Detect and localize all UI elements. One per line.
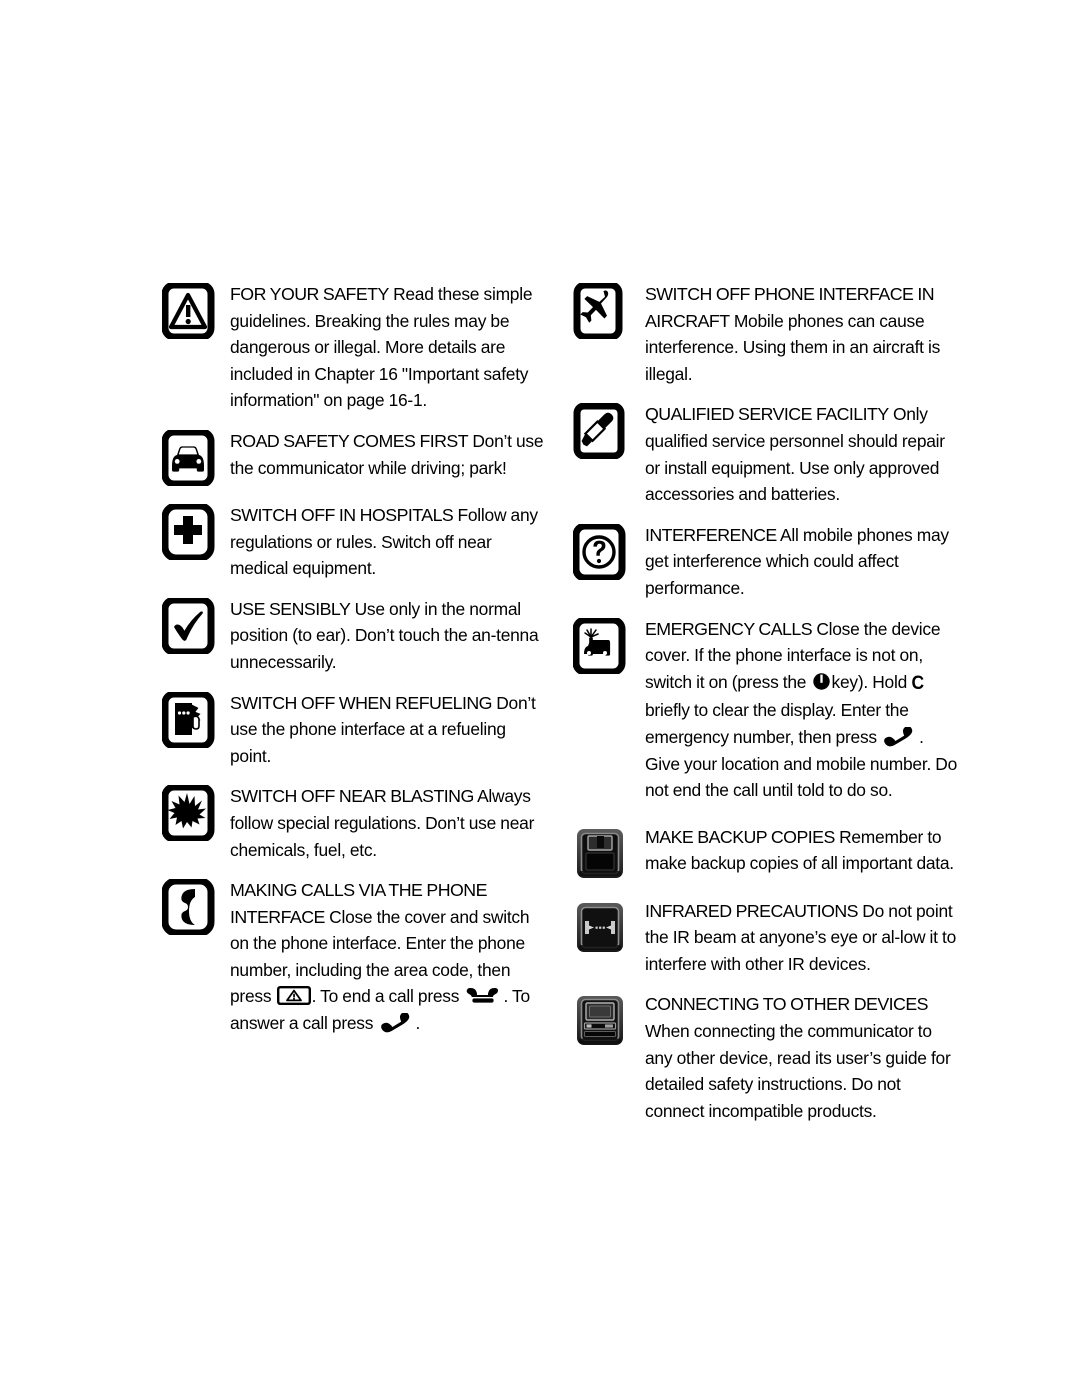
safety-item-text: CONNECTING TO OTHER DEVICES When connect… bbox=[645, 991, 962, 1124]
right-column: SWITCH OFF PHONE INTERFACE IN AIRCRAFT M… bbox=[573, 281, 962, 1124]
question-mark-icon bbox=[573, 522, 629, 580]
fuel-pump-icon bbox=[162, 690, 218, 748]
safety-item-heading: SWITCH OFF IN HOSPITALS bbox=[230, 504, 454, 525]
phone-handset-icon bbox=[162, 877, 218, 936]
safety-item-text: INFRARED PRECAUTIONS Do not point the IR… bbox=[645, 898, 962, 978]
safety-item-heading: SWITCH OFF WHEN REFUELING bbox=[230, 692, 493, 713]
warning-triangle-icon bbox=[162, 281, 218, 339]
safety-item-heading: INTERFERENCE bbox=[645, 524, 777, 545]
safety-item-backup-copies: MAKE BACKUP COPIES Remember to make back… bbox=[573, 824, 962, 882]
safety-item-text: USE SENSIBLY Use only in the normal posi… bbox=[230, 596, 551, 676]
checkmark-icon bbox=[162, 596, 218, 654]
safety-item-heading: QUALIFIED SERVICE FACILITY bbox=[645, 404, 889, 425]
safety-item-text: MAKING CALLS VIA THE PHONE INTERFACE Clo… bbox=[230, 877, 551, 1037]
safety-item-body-4: . bbox=[415, 1013, 421, 1034]
document-page: FOR YOUR SAFETY Read these simple guidel… bbox=[0, 0, 1080, 1400]
safety-item-refueling: SWITCH OFF WHEN REFUELING Don’t use the … bbox=[162, 690, 551, 770]
safety-item-text: SWITCH OFF WHEN REFUELING Don’t use the … bbox=[230, 690, 551, 770]
blasting-explosion-icon bbox=[162, 783, 218, 842]
safety-item-heading: MAKE BACKUP COPIES bbox=[645, 826, 835, 847]
safety-item-interference: INTERFERENCE All mobile phones may get i… bbox=[573, 522, 962, 602]
answer-call-icon bbox=[882, 726, 918, 747]
safety-item-body: When connecting the communicator to any … bbox=[645, 1021, 951, 1121]
connect-devices-icon bbox=[573, 991, 629, 1049]
safety-item-for-your-safety: FOR YOUR SAFETY Read these simple guidel… bbox=[162, 281, 551, 414]
safety-item-heading: USE SENSIBLY bbox=[230, 598, 351, 619]
send-key-icon bbox=[276, 986, 311, 1006]
safety-item-text: MAKE BACKUP COPIES Remember to make back… bbox=[645, 824, 962, 877]
clear-key-c: C bbox=[911, 672, 925, 694]
answer-call-icon bbox=[379, 1013, 415, 1033]
safety-item-text: SWITCH OFF PHONE INTERFACE IN AIRCRAFT M… bbox=[645, 281, 962, 387]
safety-item-body-2: . To end a call press bbox=[311, 986, 460, 1007]
safety-item-body-3: briefly to clear the display. Enter the … bbox=[645, 700, 909, 747]
safety-item-heading: EMERGENCY CALLS bbox=[645, 618, 813, 639]
safety-item-text: FOR YOUR SAFETY Read these simple guidel… bbox=[230, 281, 551, 414]
safety-item-text: ROAD SAFETY COMES FIRST Don’t use the co… bbox=[230, 428, 551, 481]
safety-item-heading: ROAD SAFETY COMES FIRST bbox=[230, 430, 469, 451]
safety-item-text: EMERGENCY CALLS Close the device cover. … bbox=[645, 616, 962, 804]
hospital-cross-icon bbox=[162, 502, 218, 560]
safety-item-use-sensibly: USE SENSIBLY Use only in the normal posi… bbox=[162, 596, 551, 676]
safety-item-heading: FOR YOUR SAFETY bbox=[230, 284, 389, 304]
left-column: FOR YOUR SAFETY Read these simple guidel… bbox=[162, 281, 551, 1037]
safety-item-text: QUALIFIED SERVICE FACILITY Only qualifie… bbox=[645, 401, 962, 507]
safety-item-infrared: INFRARED PRECAUTIONS Do not point the IR… bbox=[573, 898, 962, 978]
safety-item-connecting-devices: CONNECTING TO OTHER DEVICES When connect… bbox=[573, 991, 962, 1124]
infrared-port-icon bbox=[573, 898, 629, 956]
safety-item-making-calls: MAKING CALLS VIA THE PHONE INTERFACE Clo… bbox=[162, 877, 551, 1037]
two-column-layout: FOR YOUR SAFETY Read these simple guidel… bbox=[162, 281, 962, 1124]
safety-item-aircraft: SWITCH OFF PHONE INTERFACE IN AIRCRAFT M… bbox=[573, 281, 962, 387]
safety-item-service-facility: QUALIFIED SERVICE FACILITY Only qualifie… bbox=[573, 401, 962, 507]
safety-item-hospitals: SWITCH OFF IN HOSPITALS Follow any regul… bbox=[162, 502, 551, 582]
safety-item-text: SWITCH OFF NEAR BLASTING Always follow s… bbox=[230, 783, 551, 863]
safety-item-heading: INFRARED PRECAUTIONS bbox=[645, 900, 859, 921]
screwdriver-icon bbox=[573, 401, 629, 460]
safety-item-emergency-calls: EMERGENCY CALLS Close the device cover. … bbox=[573, 616, 962, 804]
safety-item-road-safety: ROAD SAFETY COMES FIRST Don’t use the co… bbox=[162, 428, 551, 486]
emergency-vehicle-icon bbox=[573, 616, 629, 674]
power-key-icon bbox=[812, 672, 831, 691]
safety-item-text: INTERFERENCE All mobile phones may get i… bbox=[645, 522, 962, 602]
safety-item-body-2: key). Hold bbox=[831, 671, 908, 692]
end-call-icon bbox=[464, 987, 502, 1005]
safety-item-text: SWITCH OFF IN HOSPITALS Follow any regul… bbox=[230, 502, 551, 582]
airplane-icon bbox=[573, 281, 629, 339]
safety-item-heading: SWITCH OFF NEAR BLASTING bbox=[230, 786, 474, 807]
safety-item-blasting: SWITCH OFF NEAR BLASTING Always follow s… bbox=[162, 783, 551, 863]
safety-item-heading: CONNECTING TO OTHER DEVICES bbox=[645, 994, 929, 1015]
floppy-disk-icon bbox=[573, 824, 629, 882]
car-icon bbox=[162, 428, 218, 486]
